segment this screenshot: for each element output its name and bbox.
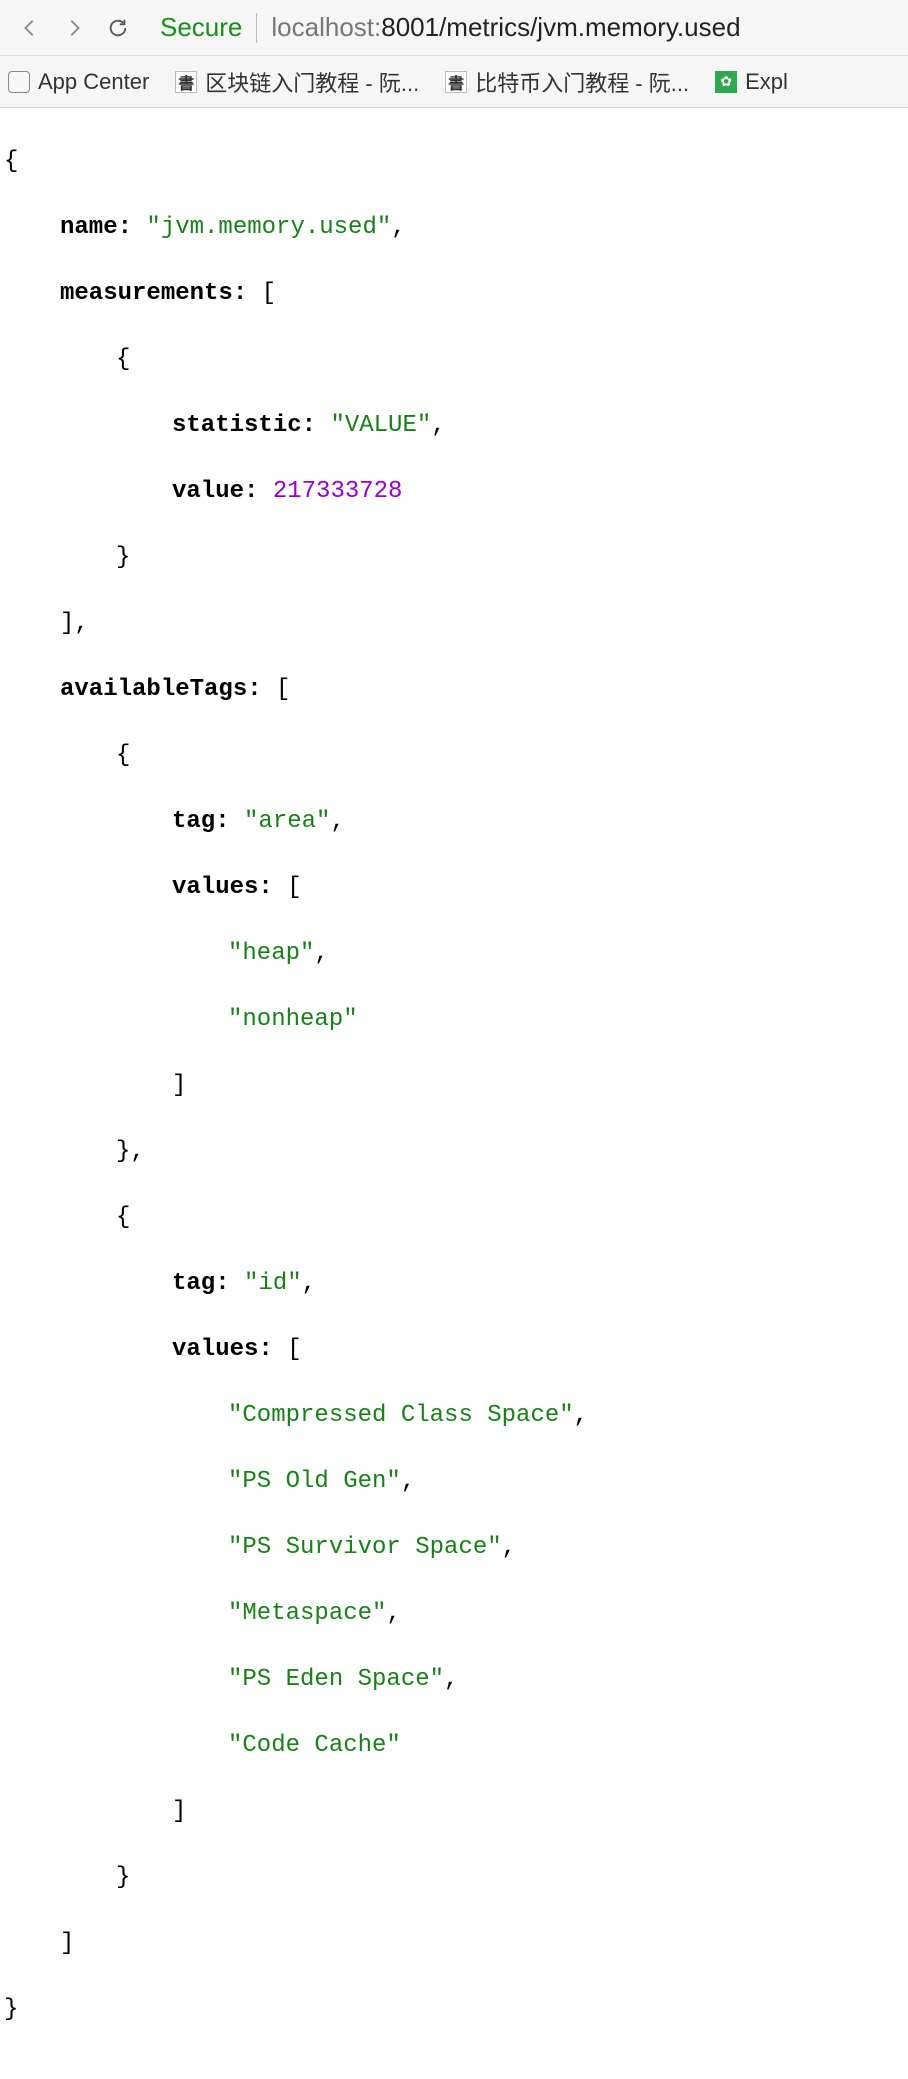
bookmark-bitcoin-tutorial[interactable]: 書 比特币入门教程 - 阮... — [445, 66, 689, 98]
bookmark-label: Expl — [745, 69, 788, 95]
bookmark-icon: ✿ — [715, 71, 737, 93]
bookmark-folder-icon — [8, 71, 30, 93]
json-array-item: "nonheap" — [228, 1006, 358, 1033]
json-array-item: "Metaspace" — [228, 1600, 386, 1627]
bookmark-label: 区块链入门教程 - 阮... — [205, 66, 419, 98]
json-array-item: "PS Old Gen" — [228, 1468, 401, 1495]
json-key-availabletags: availableTags: — [60, 676, 262, 703]
bookmark-icon: 書 — [175, 71, 197, 93]
browser-toolbar: Secure localhost:8001/metrics/jvm.memory… — [0, 0, 908, 56]
json-key-value: value: — [172, 478, 258, 505]
bookmark-explore[interactable]: ✿ Expl — [715, 69, 788, 95]
json-key-values: values: — [172, 874, 273, 901]
json-array-item: "PS Survivor Space" — [228, 1534, 502, 1561]
url-text: localhost:8001/metrics/jvm.memory.used — [271, 12, 740, 43]
bookmark-label: App Center — [38, 69, 149, 95]
json-array-item: "PS Eden Space" — [228, 1666, 444, 1693]
json-val-statistic: "VALUE" — [330, 412, 431, 439]
json-val-value: 217333728 — [273, 478, 403, 505]
forward-button[interactable] — [52, 6, 96, 50]
back-button[interactable] — [8, 6, 52, 50]
json-key-tag: tag: — [172, 1270, 230, 1297]
address-separator — [256, 13, 257, 43]
bookmark-icon: 書 — [445, 71, 467, 93]
secure-indicator: Secure — [160, 12, 242, 43]
json-key-statistic: statistic: — [172, 412, 316, 439]
json-array-item: "Compressed Class Space" — [228, 1402, 574, 1429]
bookmarks-bar: App Center 書 区块链入门教程 - 阮... 書 比特币入门教程 - … — [0, 56, 908, 108]
json-val-tag: "id" — [244, 1270, 302, 1297]
json-key-tag: tag: — [172, 808, 230, 835]
json-key-name: name: — [60, 214, 132, 241]
reload-button[interactable] — [96, 6, 140, 50]
json-val-name: "jvm.memory.used" — [146, 214, 391, 241]
json-array-item: "heap" — [228, 940, 314, 967]
bookmark-blockchain-tutorial[interactable]: 書 区块链入门教程 - 阮... — [175, 66, 419, 98]
bookmark-label: 比特币入门教程 - 阮... — [475, 66, 689, 98]
json-key-measurements: measurements: — [60, 280, 247, 307]
bookmark-app-center[interactable]: App Center — [8, 69, 149, 95]
json-val-tag: "area" — [244, 808, 330, 835]
json-viewer: { name: "jvm.memory.used", –measurements… — [0, 108, 908, 2079]
address-bar[interactable]: Secure localhost:8001/metrics/jvm.memory… — [140, 12, 900, 43]
json-array-item: "Code Cache" — [228, 1732, 401, 1759]
json-key-values: values: — [172, 1336, 273, 1363]
